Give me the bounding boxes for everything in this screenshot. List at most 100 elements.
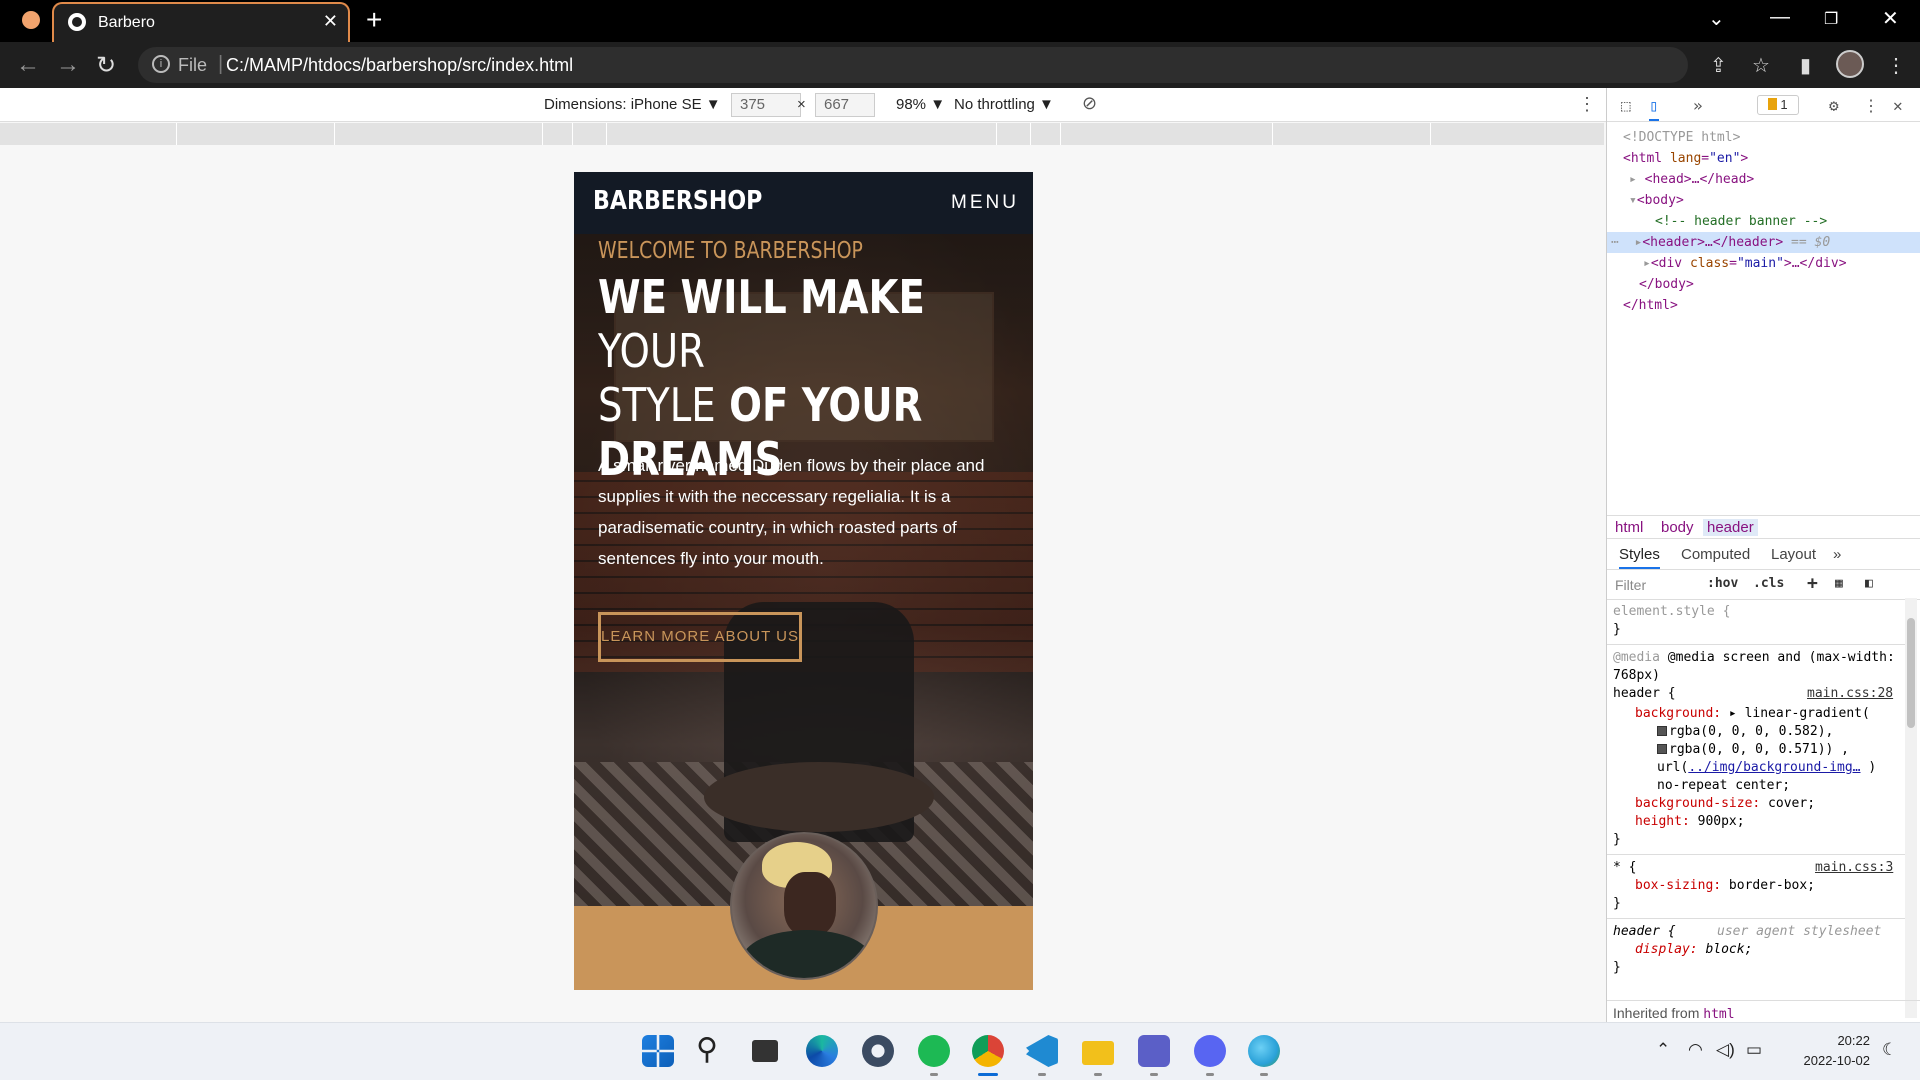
dom-header-selected[interactable]: ⋯ ▸<header>…</header> == $0 <box>1607 232 1920 253</box>
restore-icon[interactable]: ❐ <box>1824 9 1838 29</box>
wifi-icon[interactable]: ◠ <box>1688 1040 1703 1060</box>
element-style-rule[interactable]: element.style { <box>1613 604 1730 619</box>
boxsizing-val: border-box; <box>1721 878 1816 893</box>
zoom-select[interactable]: 98% ▼ <box>896 96 945 113</box>
tab-layout[interactable]: Layout <box>1771 546 1816 563</box>
vscode-icon[interactable] <box>1026 1035 1058 1067</box>
profile-avatar[interactable] <box>1836 50 1864 78</box>
menu-button[interactable]: MENU <box>951 192 1019 214</box>
share-icon[interactable]: ⇪ <box>1710 53 1727 78</box>
side-panel-icon[interactable]: ▮ <box>1800 53 1811 78</box>
discord-icon[interactable] <box>1194 1035 1226 1067</box>
url-text[interactable]: C:/MAMP/htdocs/barbershop/src/index.html <box>226 55 573 76</box>
header-rule-selector[interactable]: header { <box>1613 686 1676 701</box>
width-input[interactable]: 375 <box>731 93 801 117</box>
browser-menu-icon[interactable]: ⋮ <box>1886 53 1906 78</box>
battery-icon[interactable]: ▭ <box>1746 1040 1762 1060</box>
breadcrumb-body[interactable]: body <box>1661 519 1694 536</box>
dom-html-close[interactable]: </html> <box>1607 295 1920 316</box>
breadcrumb-html[interactable]: html <box>1615 519 1643 536</box>
browser-tab[interactable]: Barbero ✕ <box>52 2 350 42</box>
breadcrumb: html body header <box>1607 515 1920 539</box>
tab-search-chevron-icon[interactable]: ⌄ <box>1708 6 1725 31</box>
star-rule-selector[interactable]: * { <box>1613 860 1636 875</box>
task-view-icon[interactable] <box>752 1040 778 1062</box>
main-css-28-link[interactable]: main.css:28 <box>1807 686 1893 701</box>
new-tab-button[interactable]: + <box>366 4 382 36</box>
dimensions-select[interactable]: Dimensions: iPhone SE ▼ <box>544 96 721 113</box>
teams-icon[interactable] <box>1138 1035 1170 1067</box>
issues-count: 1 <box>1780 97 1788 112</box>
profile-orb-icon[interactable] <box>22 11 40 29</box>
search-icon[interactable]: ⚲ <box>696 1035 728 1067</box>
cls-toggle[interactable]: .cls <box>1753 576 1784 591</box>
issues-badge[interactable]: 1 <box>1757 95 1799 115</box>
settings-icon[interactable] <box>862 1035 894 1067</box>
window-close-icon[interactable]: ✕ <box>1882 6 1899 31</box>
warning-icon <box>1768 98 1778 110</box>
paint-icon[interactable]: ▦ <box>1835 576 1843 591</box>
rotate-icon[interactable]: ⊘ <box>1082 93 1097 114</box>
edge-icon[interactable] <box>806 1035 838 1067</box>
bookmark-star-icon[interactable]: ☆ <box>1752 53 1770 78</box>
back-arrow-icon[interactable]: ← <box>16 51 40 79</box>
new-rule-plus-icon[interactable]: + <box>1807 573 1818 594</box>
device-mode-icon[interactable]: ▯ <box>1649 96 1659 121</box>
globe-app-icon[interactable] <box>1248 1035 1280 1067</box>
background-decl[interactable]: background: ▸ linear-gradient( <box>1635 706 1870 721</box>
media-query-ruler[interactable] <box>0 123 1604 145</box>
inherited-tag[interactable]: html <box>1703 1007 1734 1022</box>
tab-close-icon[interactable]: ✕ <box>323 11 338 32</box>
box-sizing-decl[interactable]: box-sizing: border-box; <box>1635 878 1815 893</box>
tray-chevron-icon[interactable]: ⌃ <box>1656 1040 1670 1060</box>
devtools-more-icon[interactable]: ⋮ <box>1863 96 1879 115</box>
info-icon[interactable]: i <box>152 55 170 73</box>
start-icon[interactable] <box>642 1035 674 1067</box>
devtools-settings-gear-icon[interactable]: ⚙ <box>1829 96 1839 115</box>
hov-toggle[interactable]: :hov <box>1707 576 1738 591</box>
background-size-decl[interactable]: background-size: cover; <box>1635 796 1815 811</box>
height-decl[interactable]: height: 900px; <box>1635 814 1745 829</box>
color-swatch[interactable] <box>1657 726 1667 736</box>
chrome-icon[interactable] <box>972 1035 1004 1067</box>
minimize-icon[interactable]: — <box>1770 6 1790 29</box>
sidebar-toggle-icon[interactable]: ◧ <box>1865 576 1873 591</box>
dom-head[interactable]: ▸ <head>…</head> <box>1607 169 1920 190</box>
omnibox[interactable]: i File | C:/MAMP/htdocs/barbershop/src/i… <box>138 47 1688 83</box>
dom-div-main[interactable]: ▸<div class="main">…</div> <box>1607 253 1920 274</box>
tab-more[interactable]: » <box>1833 546 1841 563</box>
color-swatch[interactable] <box>1657 744 1667 754</box>
spotify-icon[interactable] <box>918 1035 950 1067</box>
learn-more-button[interactable]: LEARN MORE ABOUT US <box>598 612 802 662</box>
devtools-close-icon[interactable]: ✕ <box>1893 96 1903 115</box>
background-image-link[interactable]: ../img/background-img… <box>1688 760 1860 775</box>
reload-icon[interactable]: ↻ <box>96 51 116 80</box>
more-tabs-icon[interactable]: » <box>1693 96 1703 115</box>
styles-scrollbar[interactable] <box>1905 598 1917 1018</box>
dom-head-text: <head>…</head> <box>1644 172 1755 187</box>
device-toolbar-more-icon[interactable]: ⋮ <box>1578 94 1596 115</box>
do-not-disturb-icon[interactable]: ☾ <box>1882 1040 1897 1060</box>
height-input[interactable]: 667 <box>815 93 875 117</box>
breadcrumb-header[interactable]: header <box>1703 519 1758 536</box>
dom-body[interactable]: ▾<body> <box>1607 190 1920 211</box>
site-logo[interactable]: BARBERSHOP <box>593 186 762 216</box>
dom-body-close[interactable]: </body> <box>1607 274 1920 295</box>
forward-arrow-icon[interactable]: → <box>56 51 80 79</box>
dom-comment[interactable]: <!-- header banner --> <box>1607 211 1920 232</box>
styles-filter-input[interactable]: Filter <box>1615 577 1646 593</box>
file-explorer-icon[interactable] <box>1082 1041 1114 1065</box>
volume-icon[interactable]: ◁) <box>1716 1040 1735 1060</box>
throttling-select[interactable]: No throttling ▼ <box>954 96 1054 113</box>
device-viewport: WELCOME TO BARBERSHOP WE WILL MAKE YOUR … <box>574 172 1033 990</box>
tab-styles[interactable]: Styles <box>1619 546 1660 569</box>
inspect-element-icon[interactable]: ⬚ <box>1621 96 1631 115</box>
tab-computed[interactable]: Computed <box>1681 546 1750 563</box>
ua-header-selector[interactable]: header { <box>1613 924 1676 939</box>
bgsize-val: cover; <box>1760 796 1816 811</box>
dom-div-close: >…</div> <box>1783 256 1847 271</box>
dom-doctype[interactable]: <!DOCTYPE html> <box>1607 127 1920 148</box>
system-clock[interactable]: 20:22 2022-10-02 <box>1786 1031 1871 1071</box>
dom-html-open[interactable]: <html lang="en"> <box>1607 148 1920 169</box>
main-css-3-link[interactable]: main.css:3 <box>1815 860 1893 875</box>
